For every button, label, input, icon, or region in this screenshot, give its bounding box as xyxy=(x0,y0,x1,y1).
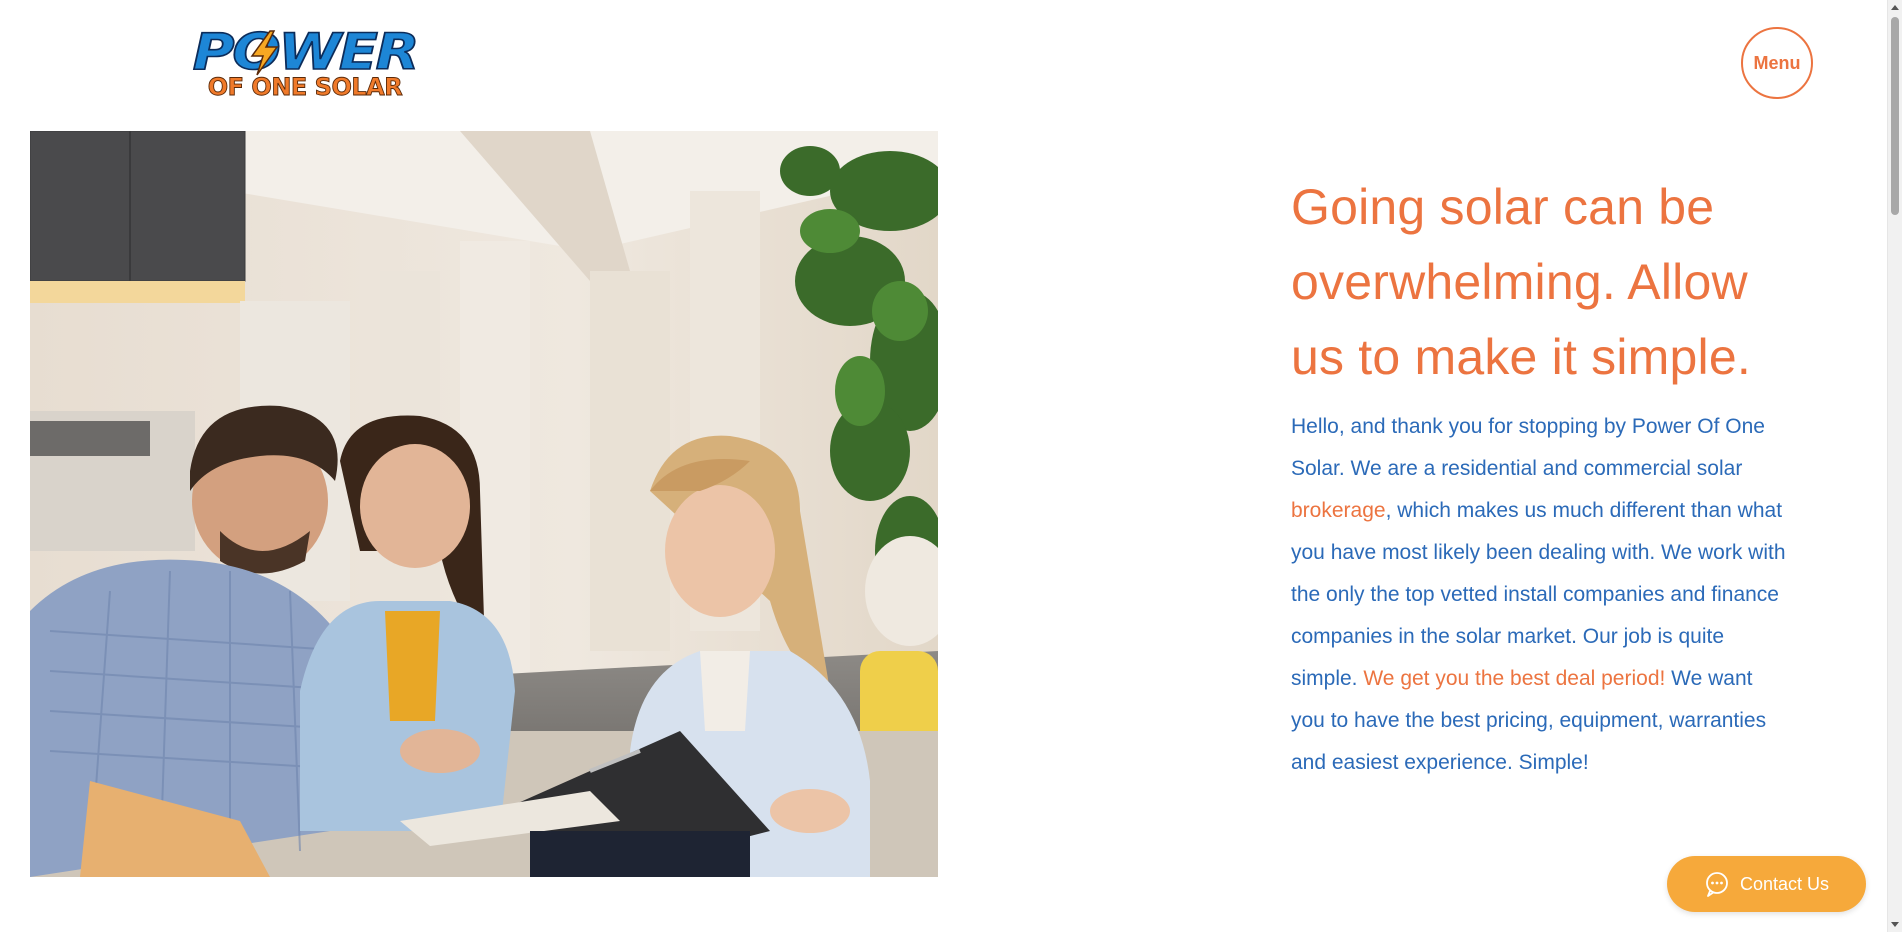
logo[interactable]: POWER OF ONE SOLAR xyxy=(178,25,432,102)
photo-illustration xyxy=(30,131,938,877)
menu-button[interactable]: Menu xyxy=(1741,27,1813,99)
scrollbar[interactable] xyxy=(1887,0,1902,932)
scrollbar-thumb[interactable] xyxy=(1891,17,1899,215)
brokerage-highlight: brokerage xyxy=(1291,499,1386,522)
scroll-up-icon[interactable] xyxy=(1891,5,1899,10)
contact-us-button[interactable]: Contact Us xyxy=(1667,856,1866,912)
page: POWER OF ONE SOLAR Menu Going solar can … xyxy=(0,0,1902,932)
photo-consultation-image xyxy=(30,131,938,877)
contact-us-label: Contact Us xyxy=(1739,873,1830,894)
intro-text-1: Hello, and thank you for stopping by Pow… xyxy=(1291,415,1765,480)
chat-bubble-icon xyxy=(1706,872,1728,897)
scroll-down-icon[interactable] xyxy=(1891,922,1899,927)
intro-text-2: , which makes us much different than wha… xyxy=(1291,499,1786,690)
logo-wordmark: POWER xyxy=(192,23,421,81)
best-deal-highlight: We get you the best deal period! xyxy=(1363,667,1666,690)
lightning-bolt-icon xyxy=(250,30,279,76)
hero-headline: Going solar can be overwhelming. Allow u… xyxy=(1291,179,1751,385)
intro-paragraph: Hello, and thank you for stopping by Pow… xyxy=(1291,406,1789,784)
